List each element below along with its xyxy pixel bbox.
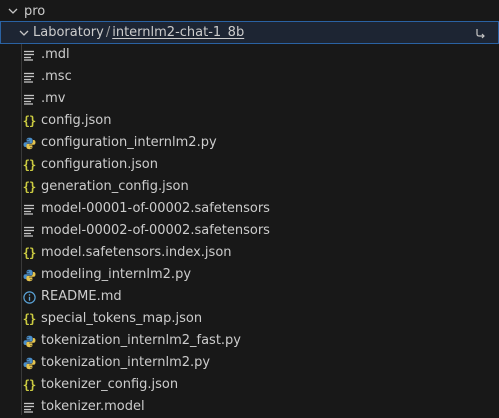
info-icon [22,286,36,308]
tree-item-label: pro [24,3,46,19]
file-item[interactable]: configuration_internlm2.py [0,132,499,154]
lines-icon [22,44,36,66]
python-icon [22,352,36,374]
file-item[interactable]: model-00001-of-00002.safetensors [0,198,499,220]
file-name: modeling_internlm2.py [41,267,192,282]
json-icon: {} [22,158,36,172]
json-icon: {} [22,246,36,260]
file-name: model.safetensors.index.json [41,245,232,260]
symlink-icon[interactable] [472,25,488,41]
file-item[interactable]: .mv [0,88,499,110]
file-item[interactable]: tokenization_internlm2.py [0,352,499,374]
file-item[interactable]: modeling_internlm2.py [0,264,499,286]
file-item[interactable]: {} configuration.json [0,154,499,176]
file-name: model-00001-of-00002.safetensors [41,201,270,216]
file-item[interactable]: .mdl [0,44,499,66]
file-name: tokenizer_config.json [41,377,179,392]
chevron-down-icon[interactable] [6,4,20,18]
python-icon [22,330,36,352]
file-name: special_tokens_map.json [41,311,203,326]
json-icon: {} [22,312,36,326]
json-icon: {} [22,114,36,128]
file-name: .mv [41,91,66,106]
file-item[interactable]: {} tokenizer_config.json [0,374,499,396]
file-name: tokenization_internlm2_fast.py [41,333,241,348]
file-item[interactable]: {} config.json [0,110,499,132]
file-item[interactable]: {} special_tokens_map.json [0,308,499,330]
lines-icon [22,220,36,242]
file-name: configuration.json [41,157,158,172]
file-name: config.json [41,113,112,128]
file-item[interactable]: model-00002-of-00002.safetensors [0,220,499,242]
chevron-down-icon[interactable] [17,26,31,40]
lines-icon [22,198,36,220]
lines-icon [22,66,36,88]
file-item[interactable]: {} model.safetensors.index.json [0,242,499,264]
file-name: README.md [41,289,122,304]
folder-child-label: internlm2-chat-1_8b [112,25,245,40]
lines-icon [22,88,36,110]
file-item[interactable]: README.md [0,286,499,308]
file-name: model-00002-of-00002.safetensors [41,223,270,238]
file-name: generation_config.json [41,179,189,194]
python-icon [22,132,36,154]
folder-parent-label: Laboratory [33,25,104,40]
file-name: .mdl [41,47,70,62]
file-item[interactable]: .msc [0,66,499,88]
file-name: .msc [41,69,72,84]
file-item[interactable]: tokenization_internlm2_fast.py [0,330,499,352]
folder-path-separator: / [105,25,111,40]
file-name: configuration_internlm2.py [41,135,217,150]
json-icon: {} [22,378,36,392]
json-icon: {} [22,180,36,194]
file-name: tokenization_internlm2.py [41,355,211,370]
file-item[interactable]: {} generation_config.json [0,176,499,198]
python-icon [22,264,36,286]
tree-item-pro[interactable]: pro [0,0,499,22]
tree-item-folder-laboratory[interactable]: Laboratory / internlm2-chat-1_8b [0,21,499,44]
